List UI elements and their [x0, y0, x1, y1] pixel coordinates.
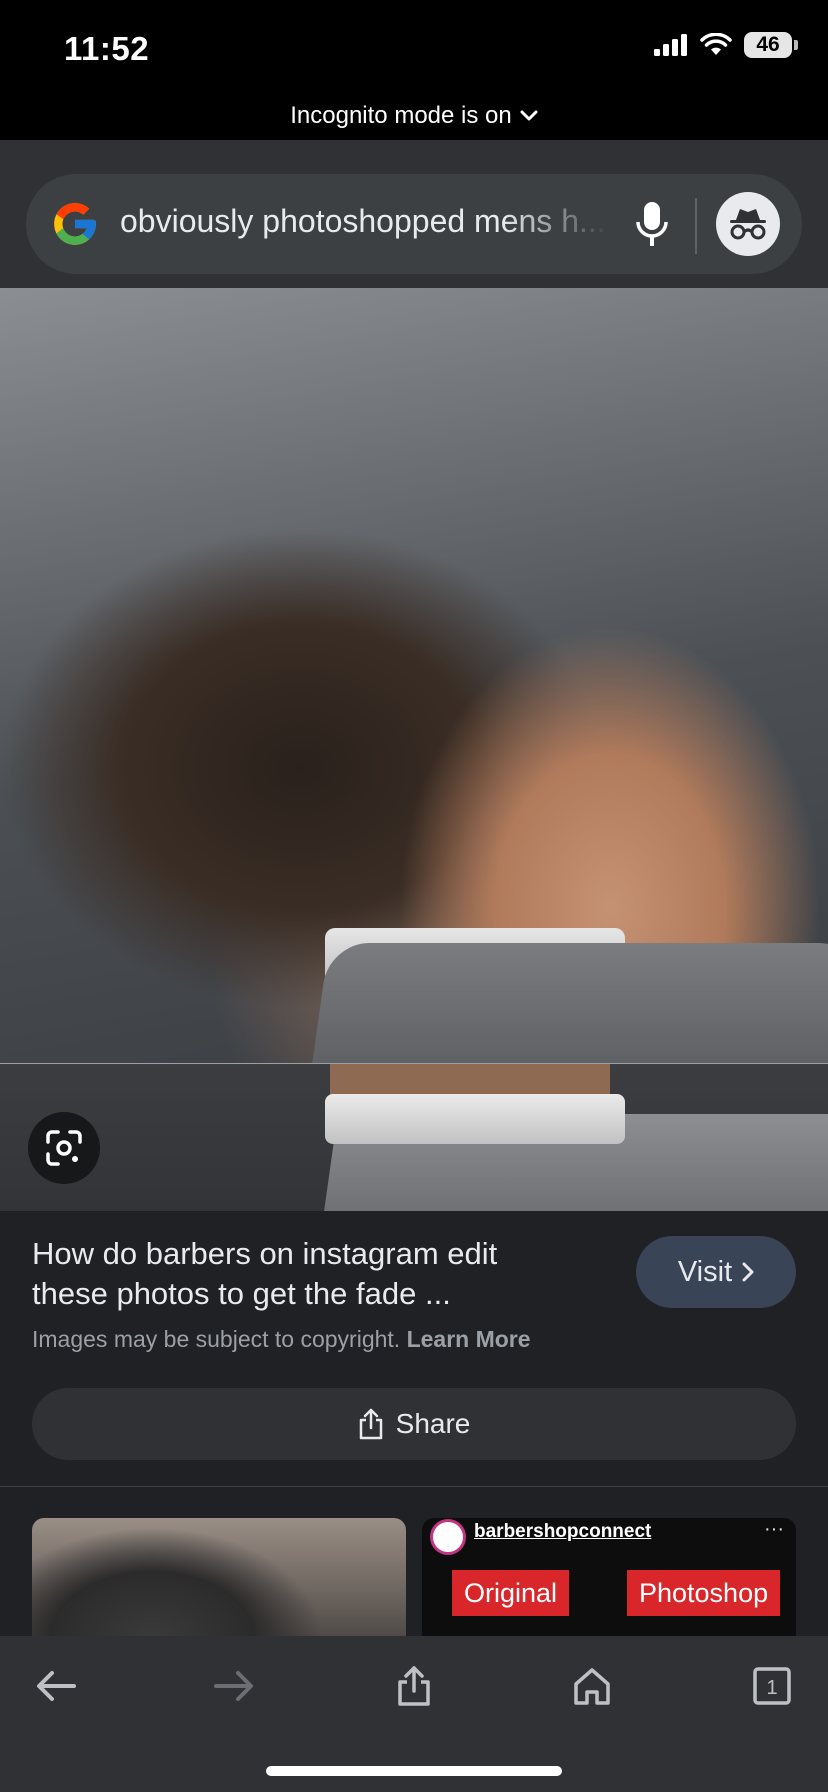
tab-count: 1	[766, 1677, 777, 1699]
result-image[interactable]	[0, 288, 828, 1063]
tab-switcher-button[interactable]: 1	[744, 1658, 800, 1714]
back-button[interactable]	[28, 1658, 84, 1714]
battery-icon: 46	[744, 32, 792, 58]
learn-more-link[interactable]: Learn More	[407, 1326, 531, 1352]
status-icons: 46	[654, 32, 798, 58]
result-title[interactable]: How do barbers on instagram edit these p…	[32, 1234, 572, 1314]
copyright-text: Images may be subject to copyright.	[32, 1326, 401, 1352]
home-icon	[574, 1668, 610, 1705]
incognito-account-button[interactable]	[716, 192, 780, 256]
image-cape	[310, 943, 828, 1063]
battery-tip	[794, 40, 798, 50]
status-time: 11:52	[64, 30, 150, 67]
instagram-account-name: barbershopconnect	[474, 1521, 652, 1542]
microphone-icon[interactable]	[632, 200, 672, 250]
toolbar-share-button[interactable]	[386, 1658, 442, 1714]
lens-icon	[46, 1130, 82, 1166]
chevron-right-icon	[742, 1262, 754, 1282]
visit-button-label: Visit	[677, 1255, 733, 1288]
status-bar: 11:52 46	[0, 0, 828, 100]
home-indicator[interactable]	[266, 1766, 562, 1776]
more-icon: ···	[764, 1518, 784, 1540]
forward-arrow-icon	[214, 1671, 253, 1701]
share-button-label: Share	[395, 1408, 471, 1439]
google-logo-icon	[54, 203, 96, 245]
avatar	[430, 1519, 466, 1555]
share-button[interactable]: Share	[32, 1388, 796, 1460]
related-image-2[interactable]: barbershopconnect ··· Original Photoshop	[422, 1518, 796, 1638]
share-icon	[398, 1666, 430, 1706]
wifi-icon	[700, 33, 732, 55]
back-arrow-icon	[37, 1671, 76, 1701]
copyright-notice: Images may be subject to copyright. Lear…	[32, 1326, 531, 1353]
visit-button[interactable]: Visit	[636, 1236, 796, 1308]
strip-collar	[325, 1094, 625, 1144]
incognito-banner-text: Incognito mode is on	[290, 102, 512, 129]
share-icon	[359, 1408, 382, 1440]
chevron-down-icon	[520, 110, 538, 121]
search-query[interactable]: obviously photoshopped mens h...	[120, 203, 610, 240]
original-label: Original	[452, 1570, 570, 1616]
photoshop-label: Photoshop	[627, 1570, 781, 1616]
incognito-icon	[730, 209, 766, 240]
cellular-signal-icon	[654, 34, 687, 56]
forward-button[interactable]	[206, 1658, 262, 1714]
home-button[interactable]	[564, 1658, 620, 1714]
related-image-1[interactable]	[32, 1518, 406, 1638]
section-divider	[0, 1486, 828, 1487]
result-image-strip	[0, 1064, 828, 1211]
incognito-banner[interactable]: Incognito mode is on	[0, 100, 828, 140]
google-lens-button[interactable]	[28, 1112, 100, 1184]
tabs-icon: 1	[753, 1667, 791, 1705]
search-divider	[695, 198, 697, 254]
